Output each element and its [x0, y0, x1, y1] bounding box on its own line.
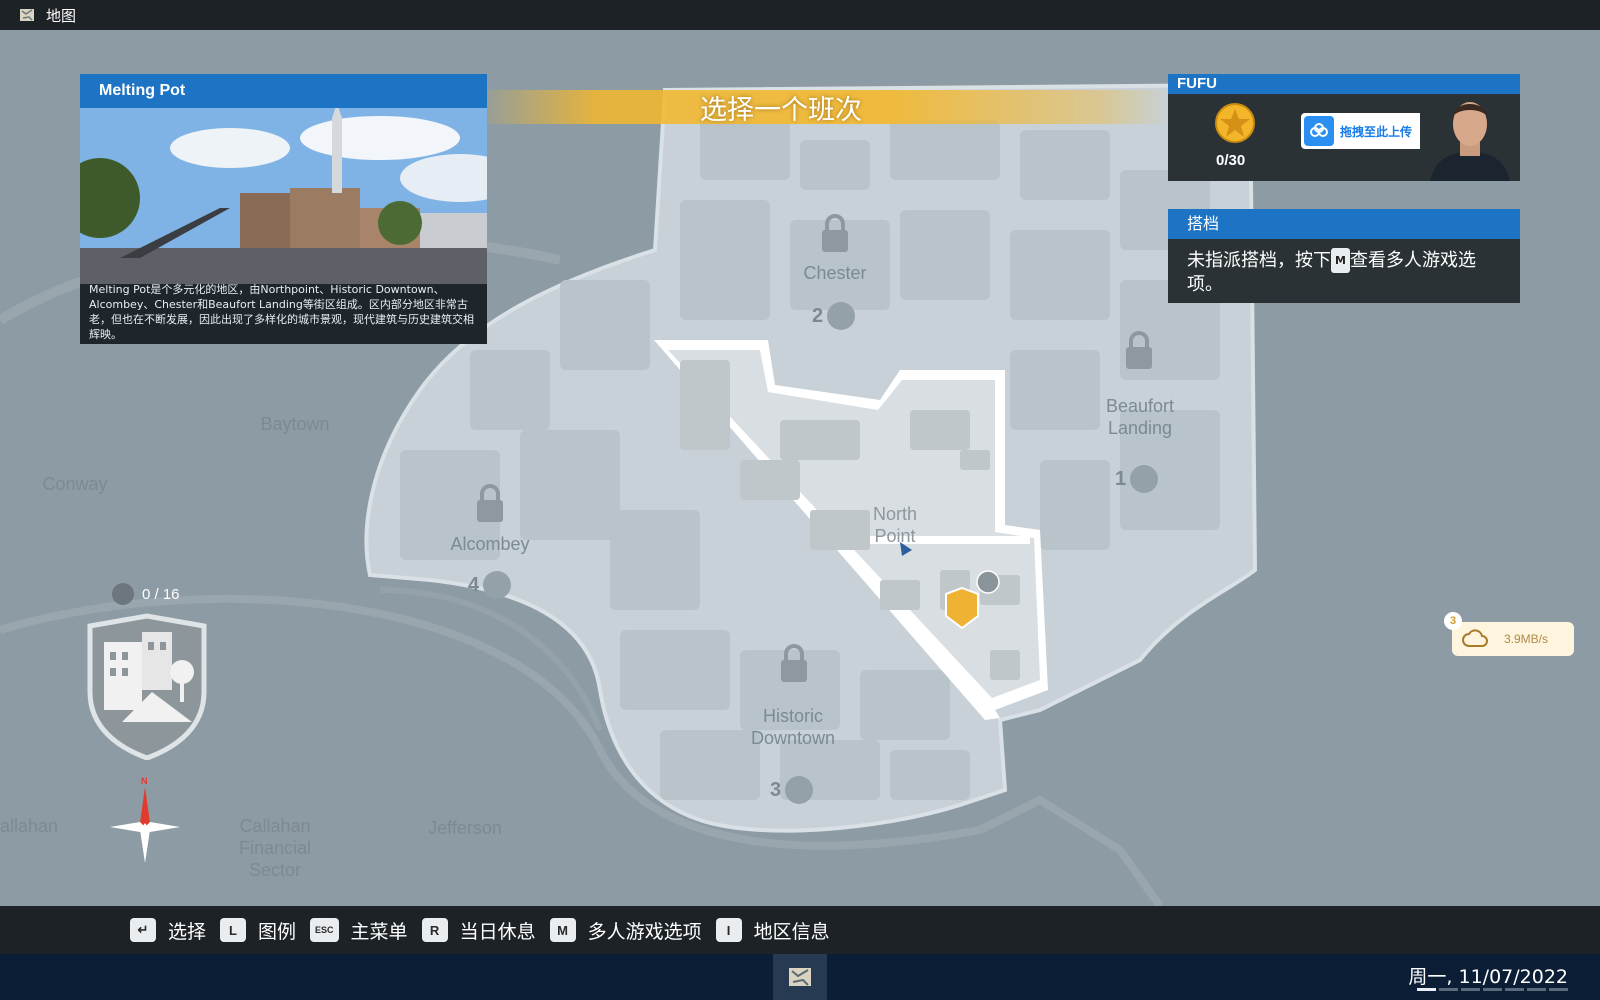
- district-description: Melting Pot是个多元化的地区，由Northpoint、Historic…: [89, 283, 474, 341]
- map-app-icon: [20, 9, 34, 21]
- district-badge-historic[interactable]: 3: [770, 776, 814, 804]
- player-score: 0/30: [1216, 152, 1246, 169]
- network-count-badge: 3: [1444, 612, 1462, 630]
- player-avatar: [1420, 94, 1520, 181]
- player-name: FUFU: [1168, 74, 1520, 94]
- player-card: FUFU 0/30 拖拽至此上传: [1168, 74, 1520, 181]
- district-badge-beaufort[interactable]: 1: [1115, 465, 1159, 493]
- hint-main-menu[interactable]: ESC 主菜单: [310, 917, 408, 944]
- map-label-beaufort-landing: Beaufort Landing: [1105, 396, 1175, 438]
- partner-card: 搭档 未指派搭档，按下 M 查看多人游戏选项。: [1168, 209, 1520, 303]
- upload-dropzone[interactable]: 拖拽至此上传: [1301, 113, 1431, 149]
- district-info-card: Melting Pot Melting Pot是个多元化的地区，由Northpo…: [80, 74, 487, 344]
- window-title: 地图: [46, 6, 77, 25]
- map-label-jefferson: Jefferson: [428, 818, 502, 838]
- lock-icon: [1126, 331, 1152, 369]
- network-speed-widget[interactable]: 3 3.9MB/s: [1444, 612, 1574, 656]
- district-photo: [80, 108, 487, 284]
- hint-district-info[interactable]: I 地区信息: [715, 917, 830, 944]
- district-name: Melting Pot: [80, 74, 487, 108]
- hint-multiplayer[interactable]: M 多人游戏选项: [549, 917, 702, 944]
- taskbar: 周一, 11/07/2022: [0, 954, 1600, 1000]
- svg-text:N: N: [141, 776, 148, 786]
- lock-icon: [822, 214, 848, 252]
- title-bar: 地图: [0, 0, 1600, 30]
- map-label-historic-downtown: Historic Downtown: [750, 706, 836, 748]
- district-crest-icon: [87, 613, 207, 760]
- hint-legend[interactable]: L 图例: [220, 917, 296, 944]
- map-label-callahan: allahan: [0, 816, 59, 836]
- hint-rest-day[interactable]: R 当日休息: [421, 917, 536, 944]
- map-label-north-point: North Point: [872, 504, 917, 546]
- star-icon: [112, 583, 134, 605]
- map-label-conway: Conway: [42, 474, 108, 494]
- taskbar-datetime: 周一, 11/07/2022: [1408, 966, 1568, 988]
- star-collection-count: 0 / 16: [112, 583, 180, 605]
- upload-label: 拖拽至此上传: [1340, 124, 1413, 139]
- key-i: I: [715, 918, 742, 942]
- key-m: M: [549, 918, 576, 942]
- lock-icon: [477, 484, 503, 522]
- key-m-cap: M: [1331, 248, 1350, 273]
- star-rank-icon: [1215, 103, 1255, 143]
- partner-message: 未指派搭档，按下 M 查看多人游戏选项。: [1187, 248, 1476, 295]
- key-esc: ESC: [310, 918, 339, 942]
- map-label-alcombey: Alcombey: [450, 534, 530, 554]
- key-l: L: [220, 918, 247, 942]
- key-r: R: [421, 918, 448, 942]
- cloud-icon: [1462, 629, 1488, 647]
- day-progress-indicator: [1417, 988, 1568, 991]
- key-enter: ↵: [130, 918, 156, 942]
- hint-select[interactable]: ↵ 选择: [130, 917, 206, 944]
- map-label-baytown: Baytown: [260, 414, 330, 434]
- map-label-callahan-financial: Callahan Financial Sector: [238, 816, 312, 880]
- taskbar-map-button[interactable]: [773, 954, 827, 1000]
- lock-icon: [781, 644, 807, 682]
- banner-title: 选择一个班次: [700, 95, 862, 126]
- district-badge-chester[interactable]: 2: [812, 302, 856, 330]
- cloud-upload-icon: [1304, 116, 1334, 146]
- network-speed: 3.9MB/s: [1504, 632, 1549, 646]
- district-badge-alcombey[interactable]: 4: [468, 571, 512, 599]
- partner-title: 搭档: [1168, 209, 1520, 239]
- map-label-chester: Chester: [803, 263, 867, 283]
- control-hints-bar: ↵ 选择 L 图例 ESC 主菜单 R 当日休息 M 多人游戏选项 I 地区信息: [0, 906, 1600, 954]
- compass-icon: N: [110, 776, 180, 863]
- map-app-icon: [789, 968, 811, 986]
